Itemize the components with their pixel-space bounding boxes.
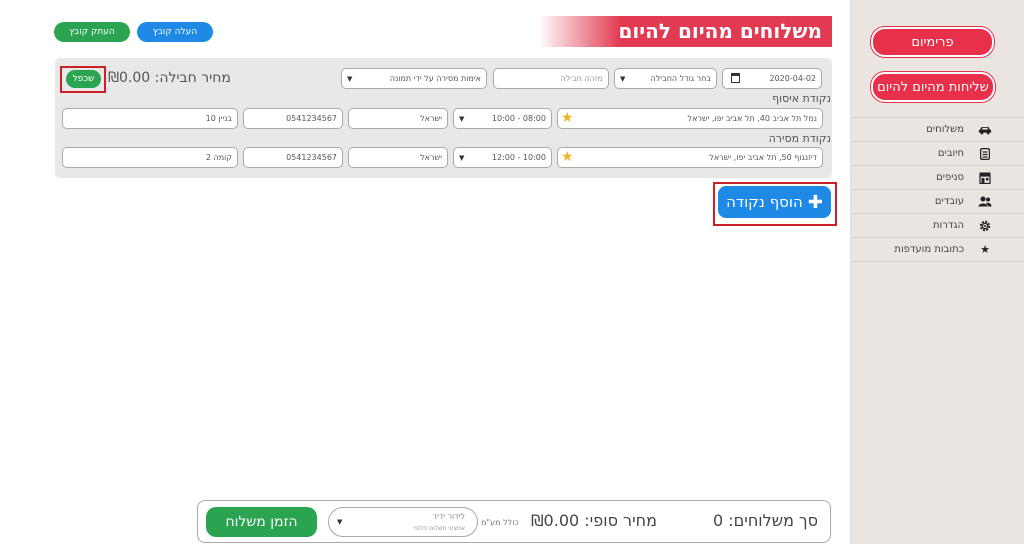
users-icon [978,195,992,209]
sidebar-item-label: חיובים [937,148,964,159]
dropoff-details-input[interactable]: קומה 2 [62,147,238,168]
page-title-bar: משלוחים מהיום להיום [538,16,832,47]
dropoff-section-label: נקודת מסירה [768,132,831,145]
add-point-button[interactable]: ✚ הוסף נקודה [718,186,831,218]
chevron-down-icon: ▼ [337,518,343,526]
copy-file-button[interactable]: העתק קובץ [54,22,130,42]
order-summary-bar: הזמן משלוח ▼ לידור ידיד אמצעי תשלום חלופ… [197,500,831,543]
dropoff-time-select[interactable]: ▼ 12:00 - 10:00 [453,147,552,168]
plus-icon: ✚ [807,191,823,213]
pickup-time-value: 10:00 - 08:00 [491,114,546,123]
delivery-verification-value: אימות מסירה על ידי תמונה [389,74,481,83]
upload-file-button[interactable]: העלה קובץ [137,22,213,42]
dropoff-phone-value: 0541234567 [286,153,337,162]
date-value: 2020-04-02 [769,74,817,83]
dropoff-country-input[interactable]: ישראל [348,147,448,168]
package-size-select[interactable]: ▼ בחר גודל החבילה [614,68,717,89]
shipments-count: סך משלוחים: 0 [712,511,818,530]
dropoff-country-value: ישראל [420,153,442,162]
package-size-value: בחר גודל החבילה [650,74,711,83]
favorite-star-icon[interactable]: ★ [561,149,574,165]
package-id-input[interactable]: מזהה חבילה [493,68,609,89]
pickup-phone-value: 0541234567 [286,114,337,123]
premium-button[interactable]: פרימיום [871,27,994,57]
payment-method-select[interactable]: ▼ לידור ידיד אמצעי תשלום חלופי [328,507,478,537]
package-id-placeholder: מזהה חבילה [560,74,603,83]
vat-note: כולל מע"מ [481,518,519,527]
dropoff-address-value: דיזנגוף 50, תל אביב יפו, ישראל [709,153,817,162]
favorite-star-icon[interactable]: ★ [561,110,574,126]
dropoff-time-value: 12:00 - 10:00 [491,153,546,162]
calendar-icon [731,73,740,83]
add-point-label: הוסף נקודה [726,193,803,211]
chevron-down-icon: ▼ [620,75,626,83]
sidebar-item-branches[interactable]: סניפים [851,166,1024,190]
pickup-phone-input[interactable]: 0541234567 [243,108,343,129]
same-day-delivery-button[interactable]: שליחות מהיום להיום [871,72,995,102]
date-field[interactable]: 2020-04-02 [722,68,822,89]
sidebar-item-billing[interactable]: חיובים [851,142,1024,166]
page-title: משלוחים מהיום להיום [618,19,823,43]
star-icon: ★ [980,243,990,256]
store-icon [978,171,992,185]
dropoff-phone-input[interactable]: 0541234567 [243,147,343,168]
payment-method-value: לידור ידיד [432,512,465,521]
delivery-verification-select[interactable]: ▼ אימות מסירה על ידי תמונה [341,68,487,89]
sidebar-item-label: כתובות מועדפות [894,244,964,255]
dropoff-details-value: קומה 2 [205,153,232,162]
pickup-details-value: בניין 10 [205,114,232,123]
car-icon [978,123,992,137]
order-delivery-button[interactable]: הזמן משלוח [206,507,317,537]
payment-method-sub: אמצעי תשלום חלופי [413,525,465,532]
sidebar-menu: משלוחים חיובים סניפים עובדים הגדרות ★ כת… [851,117,1024,262]
chevron-down-icon: ▼ [347,75,353,83]
duplicate-button[interactable]: שכפל [66,70,101,88]
chevron-down-icon: ▼ [459,115,465,123]
sidebar: פרימיום שליחות מהיום להיום משלוחים חיובי… [850,0,1024,544]
pickup-details-input[interactable]: בניין 10 [62,108,238,129]
pickup-address-value: נמל תל אביב 40, תל אביב יפו, ישראל [687,114,817,123]
sidebar-item-employees[interactable]: עובדים [851,190,1024,214]
sidebar-item-settings[interactable]: הגדרות [851,214,1024,238]
sidebar-item-shipments[interactable]: משלוחים [851,118,1024,142]
chevron-down-icon: ▼ [459,154,465,162]
package-price: מחיר חבילה: ₪0.00 [108,70,231,86]
final-price: מחיר סופי: ₪0.00 [531,511,657,530]
pickup-country-value: ישראל [420,114,442,123]
sidebar-item-label: עובדים [934,196,964,207]
pickup-time-select[interactable]: ▼ 10:00 - 08:00 [453,108,552,129]
sidebar-item-label: הגדרות [932,220,964,231]
sidebar-item-favorite-addresses[interactable]: ★ כתובות מועדפות [851,238,1024,262]
sidebar-item-label: סניפים [936,172,964,183]
pickup-address-input[interactable]: ★ נמל תל אביב 40, תל אביב יפו, ישראל [557,108,823,129]
pickup-section-label: נקודת איסוף [772,92,831,105]
dropoff-address-input[interactable]: ★ דיזנגוף 50, תל אביב יפו, ישראל [557,147,823,168]
invoice-icon [978,147,992,161]
gear-icon [978,219,992,233]
pickup-country-input[interactable]: ישראל [348,108,448,129]
sidebar-item-label: משלוחים [926,124,964,135]
